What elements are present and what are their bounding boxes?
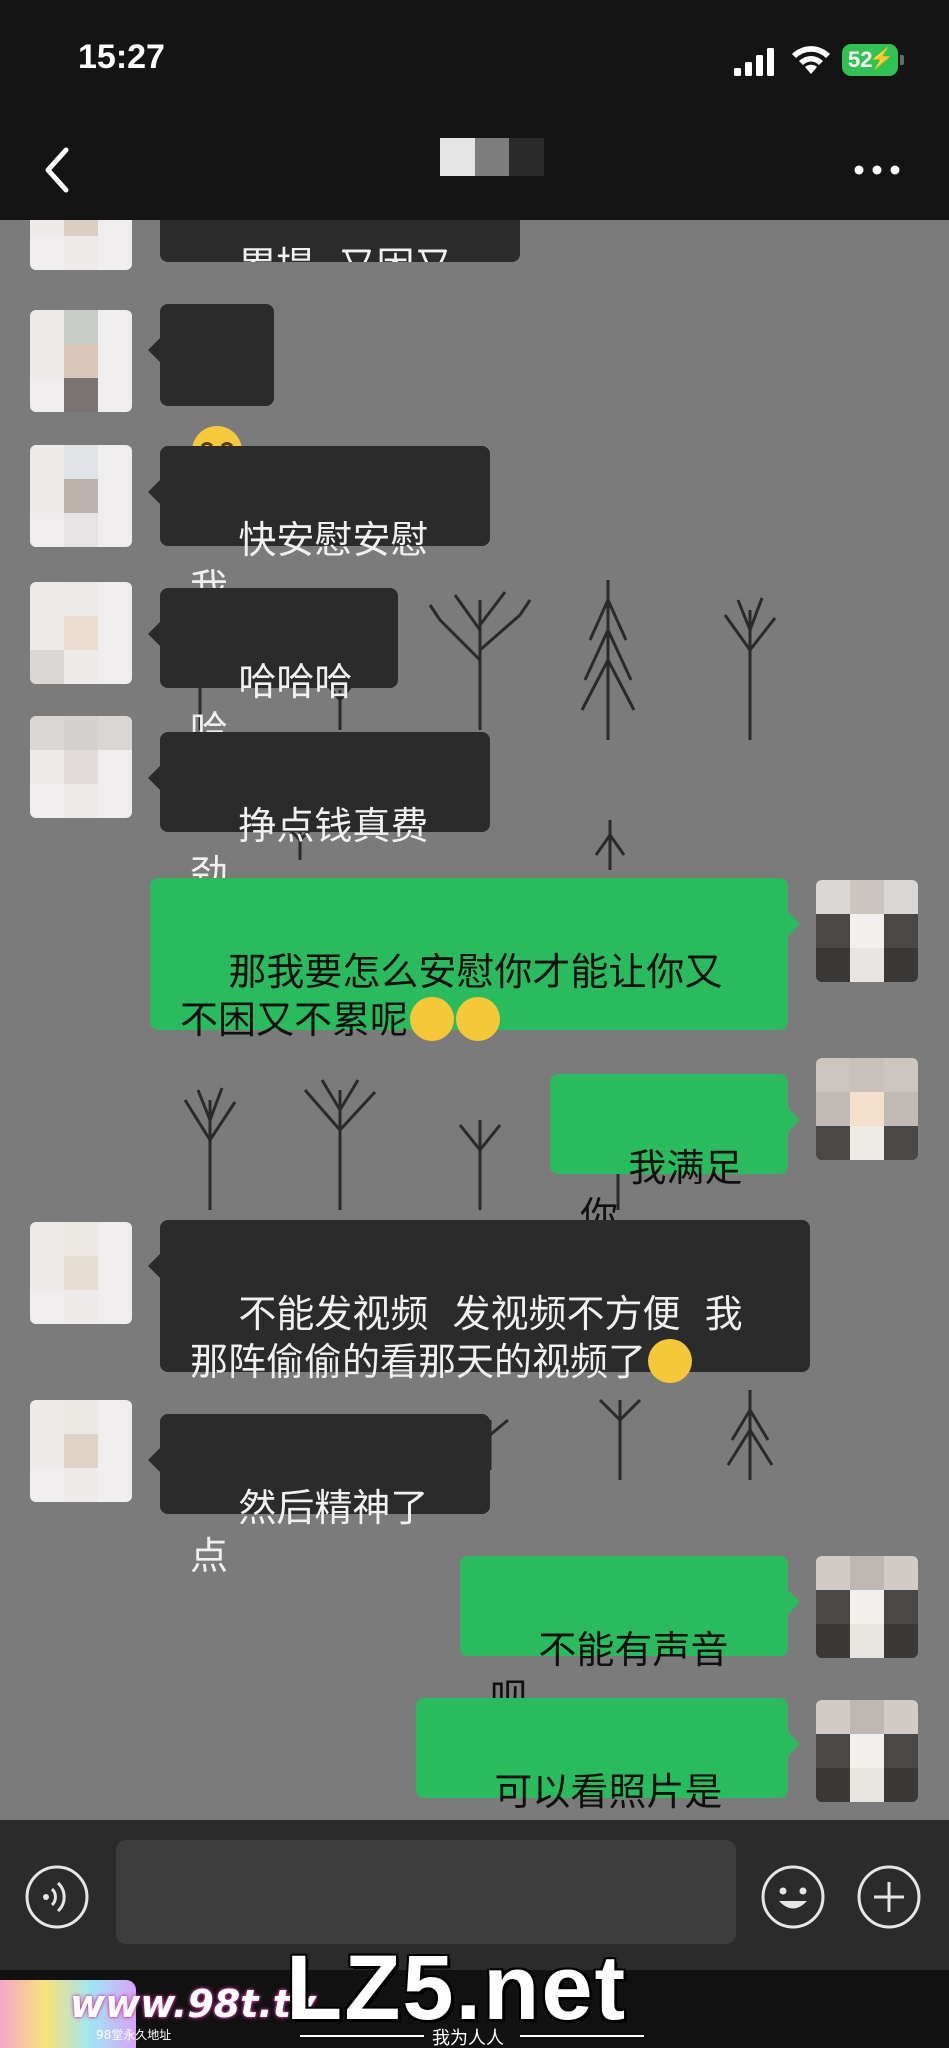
incoming-message-bubble[interactable]: 快安慰安慰我 <box>148 446 490 610</box>
status-bar: 15:27 52 ⚡ <box>0 0 949 120</box>
contact-avatar[interactable] <box>30 310 132 412</box>
chat-message-list[interactable]: 累提 又困又累 快安慰安慰我 哈哈哈哈 <box>0 220 949 1820</box>
contact-avatar[interactable] <box>30 1222 132 1324</box>
thinking-face-icon <box>456 997 501 1041</box>
incoming-message-bubble[interactable]: 哈哈哈哈 <box>148 588 398 752</box>
contact-avatar[interactable] <box>30 1400 132 1502</box>
status-time: 15:27 <box>78 38 165 76</box>
thinking-face-icon <box>410 997 455 1041</box>
incoming-message-bubble[interactable]: 挣点钱真费劲 <box>148 732 490 896</box>
outgoing-message-bubble[interactable]: 可以看照片是吗 <box>416 1698 800 1820</box>
message-text: 累提 又困又累 <box>190 244 452 262</box>
contact-avatar[interactable] <box>30 582 132 684</box>
emoji-icon[interactable] <box>760 1864 826 1930</box>
chevron-left-icon[interactable] <box>38 142 78 198</box>
contact-name-blurred <box>440 138 545 176</box>
battery-indicator: 52 ⚡ <box>842 44 904 76</box>
my-avatar[interactable] <box>816 1058 918 1160</box>
plus-circle-icon[interactable] <box>856 1864 922 1930</box>
watermark-subtext: 我为人人 <box>432 2028 504 2048</box>
watermark-divider <box>300 2035 424 2037</box>
contact-avatar[interactable] <box>30 220 132 270</box>
outgoing-message-bubble[interactable]: 不能有声音呗 <box>460 1556 800 1720</box>
contact-avatar[interactable] <box>30 445 132 547</box>
message-text-input[interactable] <box>116 1840 736 1944</box>
incoming-message-bubble[interactable]: 不能发视频 发视频不方便 我那阵偷偷的看那天的视频了 <box>148 1220 810 1384</box>
my-avatar[interactable] <box>816 1700 918 1802</box>
grinning-squinting-face-icon <box>648 1339 693 1383</box>
watermark-left-text: www.98t.tv <box>70 1982 316 2026</box>
incoming-message-bubble[interactable] <box>148 304 274 476</box>
message-text: 可以看照片是吗 <box>446 1770 723 1820</box>
voice-input-icon[interactable] <box>24 1864 90 1930</box>
cellular-signal-icon <box>734 48 774 76</box>
watermark-divider <box>520 2035 644 2037</box>
outgoing-message-bubble[interactable]: 那我要怎么安慰你才能让你又不困又不累呢 <box>150 878 800 1042</box>
incoming-message-bubble[interactable]: 累提 又困又累 <box>160 220 520 262</box>
outgoing-message-bubble[interactable]: 我满足你 <box>550 1074 800 1238</box>
my-avatar[interactable] <box>816 880 918 982</box>
incoming-message-bubble[interactable]: 然后精神了点 <box>148 1414 490 1578</box>
contact-avatar[interactable] <box>30 716 132 818</box>
my-avatar[interactable] <box>816 1556 918 1658</box>
charging-bolt-icon: ⚡ <box>869 48 894 70</box>
wifi-icon <box>792 46 830 74</box>
more-dots-icon[interactable] <box>852 160 902 180</box>
watermark-left-subtext: 98堂永久地址 <box>96 2028 172 2042</box>
chat-header <box>0 120 949 220</box>
